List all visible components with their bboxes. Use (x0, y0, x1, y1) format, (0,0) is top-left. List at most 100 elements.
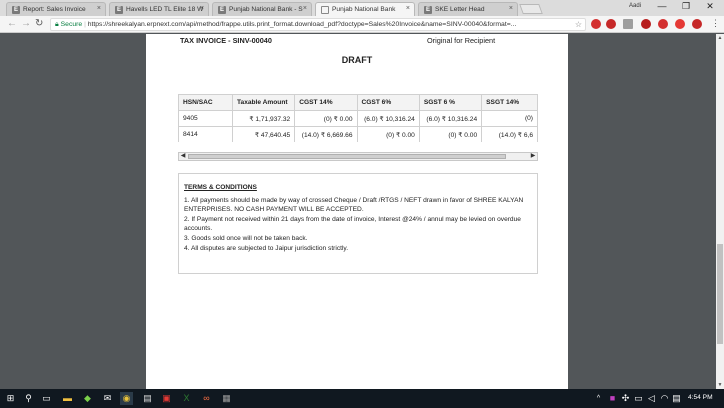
new-tab-button[interactable] (519, 4, 543, 14)
terms-item: 4. All disputes are subjected to Jaipur … (184, 244, 349, 252)
scroll-down-icon[interactable]: ▼ (716, 382, 724, 388)
volume-icon[interactable]: ◁ (645, 392, 658, 405)
terms-title: TERMS & CONDITIONS (184, 184, 257, 191)
forward-arrow-icon[interactable]: → (21, 18, 31, 29)
copy-label: Original for Recipient (427, 36, 496, 45)
extension-icon[interactable] (606, 19, 616, 29)
close-icon[interactable]: × (406, 5, 410, 12)
tax-table: HSN/SAC Taxable Amount CGST 14% CGST 6% … (178, 94, 538, 142)
url-text: https://shreekalyan.erpnext.com/api/meth… (87, 21, 517, 28)
mail-icon[interactable]: ✉ (101, 392, 114, 405)
scrollbar-thumb[interactable] (717, 244, 723, 344)
table-cell: (14.0) ₹ 6,6 (481, 126, 538, 142)
app-icon[interactable]: ∞ (200, 392, 213, 405)
table-row: 8414 ₹ 47,640.45 (14.0) ₹ 6,669.66 (0) ₹… (178, 126, 538, 142)
app-icon[interactable]: ▤ (141, 392, 154, 405)
pdf-viewer[interactable]: TAX INVOICE - SINV-00040 Original for Re… (0, 34, 724, 389)
scroll-right-icon[interactable]: ▶ (529, 153, 537, 160)
pdf-reader-icon[interactable]: ▣ (160, 392, 173, 405)
tax-table-container: HSN/SAC Taxable Amount CGST 14% CGST 6% … (178, 94, 538, 142)
tab-strip: E Report: Sales Invoice × E Havells LED … (0, 0, 724, 16)
address-bar[interactable]: 🔒︎ Secure | https://shreekalyan.erpnext.… (50, 18, 586, 31)
extension-icon[interactable] (641, 19, 651, 29)
close-icon[interactable]: × (303, 5, 307, 12)
draft-status: DRAFT (341, 55, 373, 65)
task-view-icon[interactable]: ▭ (40, 392, 53, 405)
terms-box: TERMS & CONDITIONS 1. All payments shoul… (178, 173, 538, 274)
tab-report-sales-invoice[interactable]: E Report: Sales Invoice × (6, 2, 106, 16)
secure-label: Secure (60, 21, 83, 28)
table-cell: ₹ 1,71,937.32 (231, 110, 296, 127)
tab-label: Punjab National Bank - S (229, 6, 303, 13)
erpnext-icon: E (12, 6, 20, 14)
tab-punjab-national-bank-s[interactable]: E Punjab National Bank - S × (212, 2, 312, 16)
chevron-up-icon[interactable]: ^ (592, 392, 605, 405)
terms-item: 2. If Payment not received within 21 day… (184, 215, 521, 233)
column-header: SGST 6 % (418, 94, 483, 111)
reload-icon[interactable]: ↻ (35, 18, 43, 29)
tray-app-icon[interactable]: ✣ (619, 392, 632, 405)
file-explorer-icon[interactable]: ▬ (61, 392, 74, 405)
excel-icon[interactable]: X (180, 392, 193, 405)
extension-icon[interactable] (623, 19, 633, 29)
table-cell: (0) ₹ 0.00 (418, 126, 483, 142)
table-cell: 9405 (178, 110, 233, 127)
close-icon[interactable]: × (509, 5, 513, 12)
extension-icon[interactable] (675, 19, 685, 29)
tab-havells-led[interactable]: E Havells LED TL Elite 18 W × (109, 2, 209, 16)
tab-label: SKE Letter Head (435, 6, 485, 13)
scroll-left-icon[interactable]: ◀ (179, 153, 187, 160)
adblock-extension-icon[interactable] (591, 19, 601, 29)
column-header: Taxable Amount (231, 94, 296, 111)
back-arrow-icon[interactable]: ← (7, 18, 17, 29)
column-header: SSGT 14% (481, 94, 538, 111)
windows-start-icon[interactable]: ⊞ (4, 392, 17, 405)
tab-ske-letter-head[interactable]: E SKE Letter Head × (418, 2, 518, 16)
column-header: CGST 6% (356, 94, 420, 111)
column-header: HSN/SAC (178, 94, 233, 111)
erpnext-icon: E (115, 6, 123, 14)
lock-icon: 🔒︎ (55, 21, 59, 28)
table-cell: (0) ₹ 0.00 (356, 126, 420, 142)
table-cell: (0) ₹ 0.00 (294, 110, 358, 127)
profile-user-label[interactable]: Aadi (629, 3, 641, 9)
browser-toolbar: ← → ↻ 🔒︎ Secure | https://shreekalyan.er… (0, 16, 724, 33)
viewer-vertical-scrollbar[interactable]: ▲ ▼ (716, 34, 724, 389)
tray-app-icon[interactable]: ■ (606, 392, 619, 405)
tab-label: Report: Sales Invoice (23, 6, 86, 13)
window-close-icon[interactable]: ✕ (700, 1, 720, 12)
windows-taskbar: ⊞ ⚲ ▭ ▬ ◆ ✉ ◉ ▤ ▣ X ∞ ▦ ^ ■ ✣ ▭ ◁ ◠ ▤ 4:… (0, 389, 724, 408)
extension-icon[interactable] (658, 19, 668, 29)
search-icon[interactable]: ⚲ (22, 392, 35, 405)
browser-menu-icon[interactable]: ⋮ (711, 18, 720, 29)
erpnext-icon: E (424, 6, 432, 14)
column-header: CGST 14% (294, 94, 358, 111)
table-header-row: HSN/SAC Taxable Amount CGST 14% CGST 6% … (178, 94, 538, 111)
scrollbar-thumb[interactable] (188, 154, 506, 159)
chrome-icon[interactable]: ◉ (120, 392, 133, 405)
restore-icon[interactable]: ❐ (676, 1, 696, 12)
taskbar-clock[interactable]: 4:54 PM (688, 394, 713, 401)
erpnext-icon: E (218, 6, 226, 14)
bookmark-star-icon[interactable]: ☆ (575, 19, 582, 30)
table-horizontal-scrollbar[interactable]: ◀ ▶ (178, 152, 538, 161)
close-icon[interactable]: × (200, 5, 204, 12)
close-icon[interactable]: × (97, 5, 101, 12)
terms-item: 3. Goods sold once will not be taken bac… (184, 234, 308, 242)
tab-label: Punjab National Bank (332, 6, 396, 13)
adblock-extension-icon[interactable] (692, 19, 702, 29)
table-cell: 8414 (178, 126, 233, 142)
app-icon[interactable]: ▦ (220, 392, 233, 405)
minimize-icon[interactable]: — (652, 1, 672, 11)
table-cell: (6.0) ₹ 10,316.24 (418, 110, 483, 127)
scroll-up-icon[interactable]: ▲ (716, 35, 724, 41)
terms-item: 1. All payments should be made by way of… (184, 196, 524, 214)
app-icon[interactable]: ◆ (81, 392, 94, 405)
tab-punjab-national-bank[interactable]: Punjab National Bank × (315, 2, 415, 16)
document-icon (321, 6, 329, 14)
table-cell: (0) (481, 110, 538, 127)
table-row: 9405 ₹ 1,71,937.32 (0) ₹ 0.00 (6.0) ₹ 10… (178, 110, 538, 127)
table-cell: (6.0) ₹ 10,316.24 (356, 110, 420, 127)
battery-icon[interactable]: ▭ (632, 392, 645, 405)
notification-icon[interactable]: ▤ (670, 392, 683, 405)
